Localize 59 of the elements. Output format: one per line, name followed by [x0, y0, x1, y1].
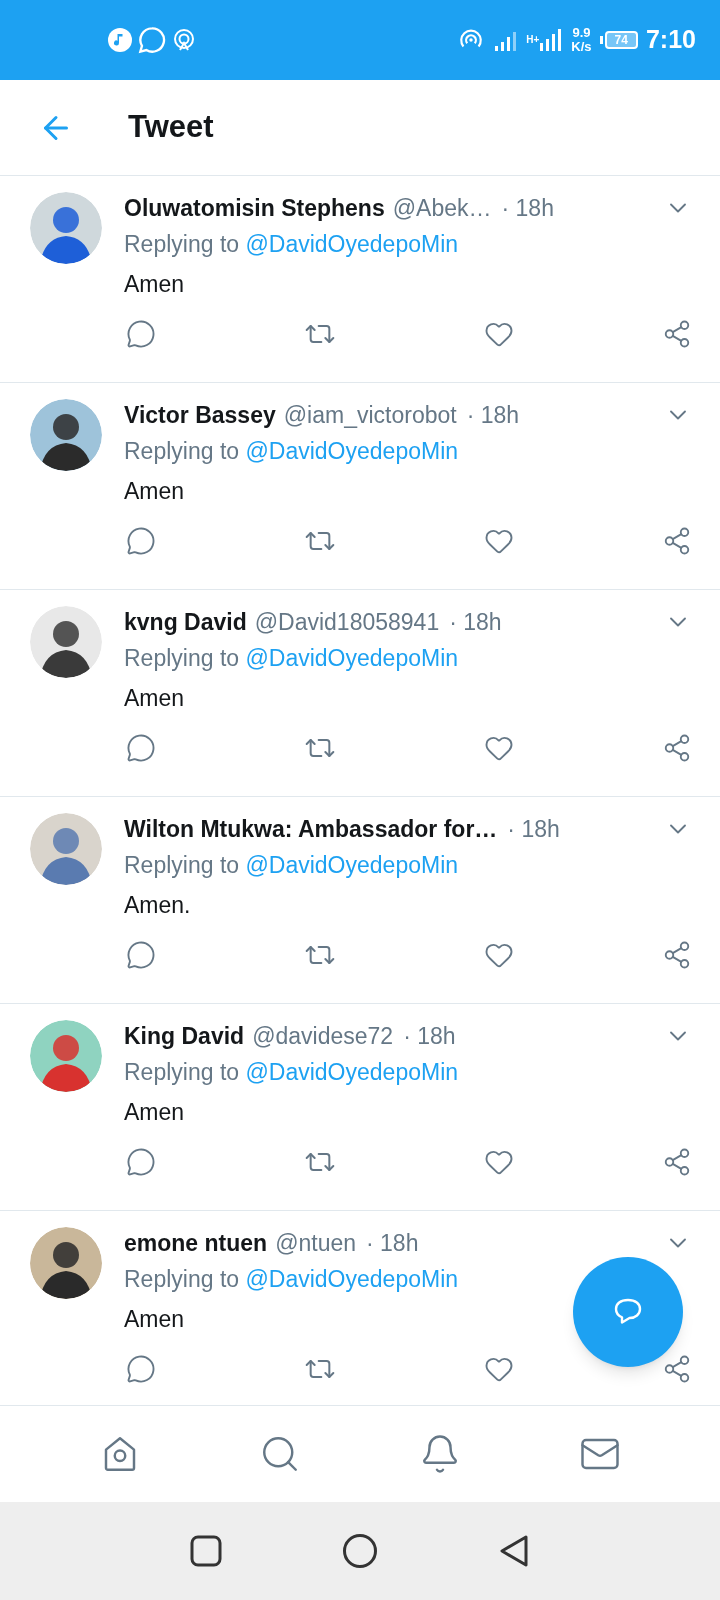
user-handle: @Abek…	[392, 194, 492, 223]
music-icon	[108, 28, 132, 52]
replying-label: Replying to	[124, 852, 240, 878]
home-circle-icon[interactable]	[342, 1533, 378, 1569]
reply-icon[interactable]	[126, 940, 156, 970]
tweet-time: · 18h	[403, 1022, 456, 1051]
share-icon[interactable]	[662, 319, 692, 349]
tweet-time: · 18h	[366, 1229, 419, 1258]
network-type: H+	[526, 35, 540, 45]
tweet-text: Amen	[124, 1098, 185, 1127]
tweet-text: Amen.	[124, 891, 191, 920]
mention-link[interactable]: @DavidOyedepoMin	[245, 438, 459, 464]
share-icon[interactable]	[662, 526, 692, 556]
page-title: Tweet	[128, 108, 214, 147]
signal-icon	[539, 28, 564, 52]
reply-icon[interactable]	[126, 526, 156, 556]
reply-icon[interactable]	[126, 319, 156, 349]
tweet-time: · 18h	[507, 815, 560, 844]
clock: 7:10	[645, 24, 696, 56]
share-icon[interactable]	[662, 1147, 692, 1177]
mention-link[interactable]: @DavidOyedepoMin	[245, 852, 459, 878]
chat-bubble-icon	[138, 26, 166, 54]
user-handle: @davidese72	[252, 1022, 394, 1051]
replying-label: Replying to	[124, 1266, 240, 1292]
mention-link[interactable]: @DavidOyedepoMin	[245, 645, 459, 671]
share-icon[interactable]	[662, 733, 692, 763]
user-name: Wilton Mtukwa: Ambassador for…	[124, 815, 498, 844]
share-icon[interactable]	[662, 940, 692, 970]
back-triangle-icon[interactable]	[498, 1534, 530, 1568]
speed-value: 9.9	[572, 26, 591, 40]
replying-label: Replying to	[124, 438, 240, 464]
tweet-text: Amen	[124, 684, 185, 713]
user-name: Victor Bassey	[124, 401, 276, 430]
user-name: emone ntuen	[124, 1229, 268, 1258]
user-handle: @ntuen	[275, 1229, 357, 1258]
replying-label: Replying to	[124, 231, 240, 257]
user-handle: @iam_victorobot	[283, 401, 457, 430]
mention-link[interactable]: @DavidOyedepoMin	[245, 231, 459, 257]
reply-icon[interactable]	[126, 733, 156, 763]
recent-apps-icon[interactable]	[190, 1535, 222, 1567]
tweet-time: · 18h	[501, 194, 554, 223]
user-name: Oluwatomisin Stephens	[124, 194, 385, 223]
reply-icon[interactable]	[126, 1147, 156, 1177]
mention-link[interactable]: @DavidOyedepoMin	[245, 1059, 459, 1085]
reply-icon[interactable]	[126, 1354, 156, 1384]
speed-unit: K/s	[571, 40, 592, 54]
replying-label: Replying to	[124, 645, 240, 671]
tweet-text: Amen	[124, 477, 185, 506]
tweet-time: · 18h	[449, 608, 502, 637]
user-handle: @David18058941	[254, 608, 440, 637]
user-name: King David	[124, 1022, 245, 1051]
replying-label: Replying to	[124, 1059, 240, 1085]
share-icon[interactable]	[662, 1354, 692, 1384]
mention-link[interactable]: @DavidOyedepoMin	[245, 1266, 459, 1292]
tweet-time: · 18h	[466, 401, 520, 430]
user-name: kvng David	[124, 608, 247, 637]
tweet-text: Amen	[124, 270, 185, 299]
tweet-text: Amen	[124, 1305, 185, 1334]
hotspot-icon	[172, 28, 196, 52]
